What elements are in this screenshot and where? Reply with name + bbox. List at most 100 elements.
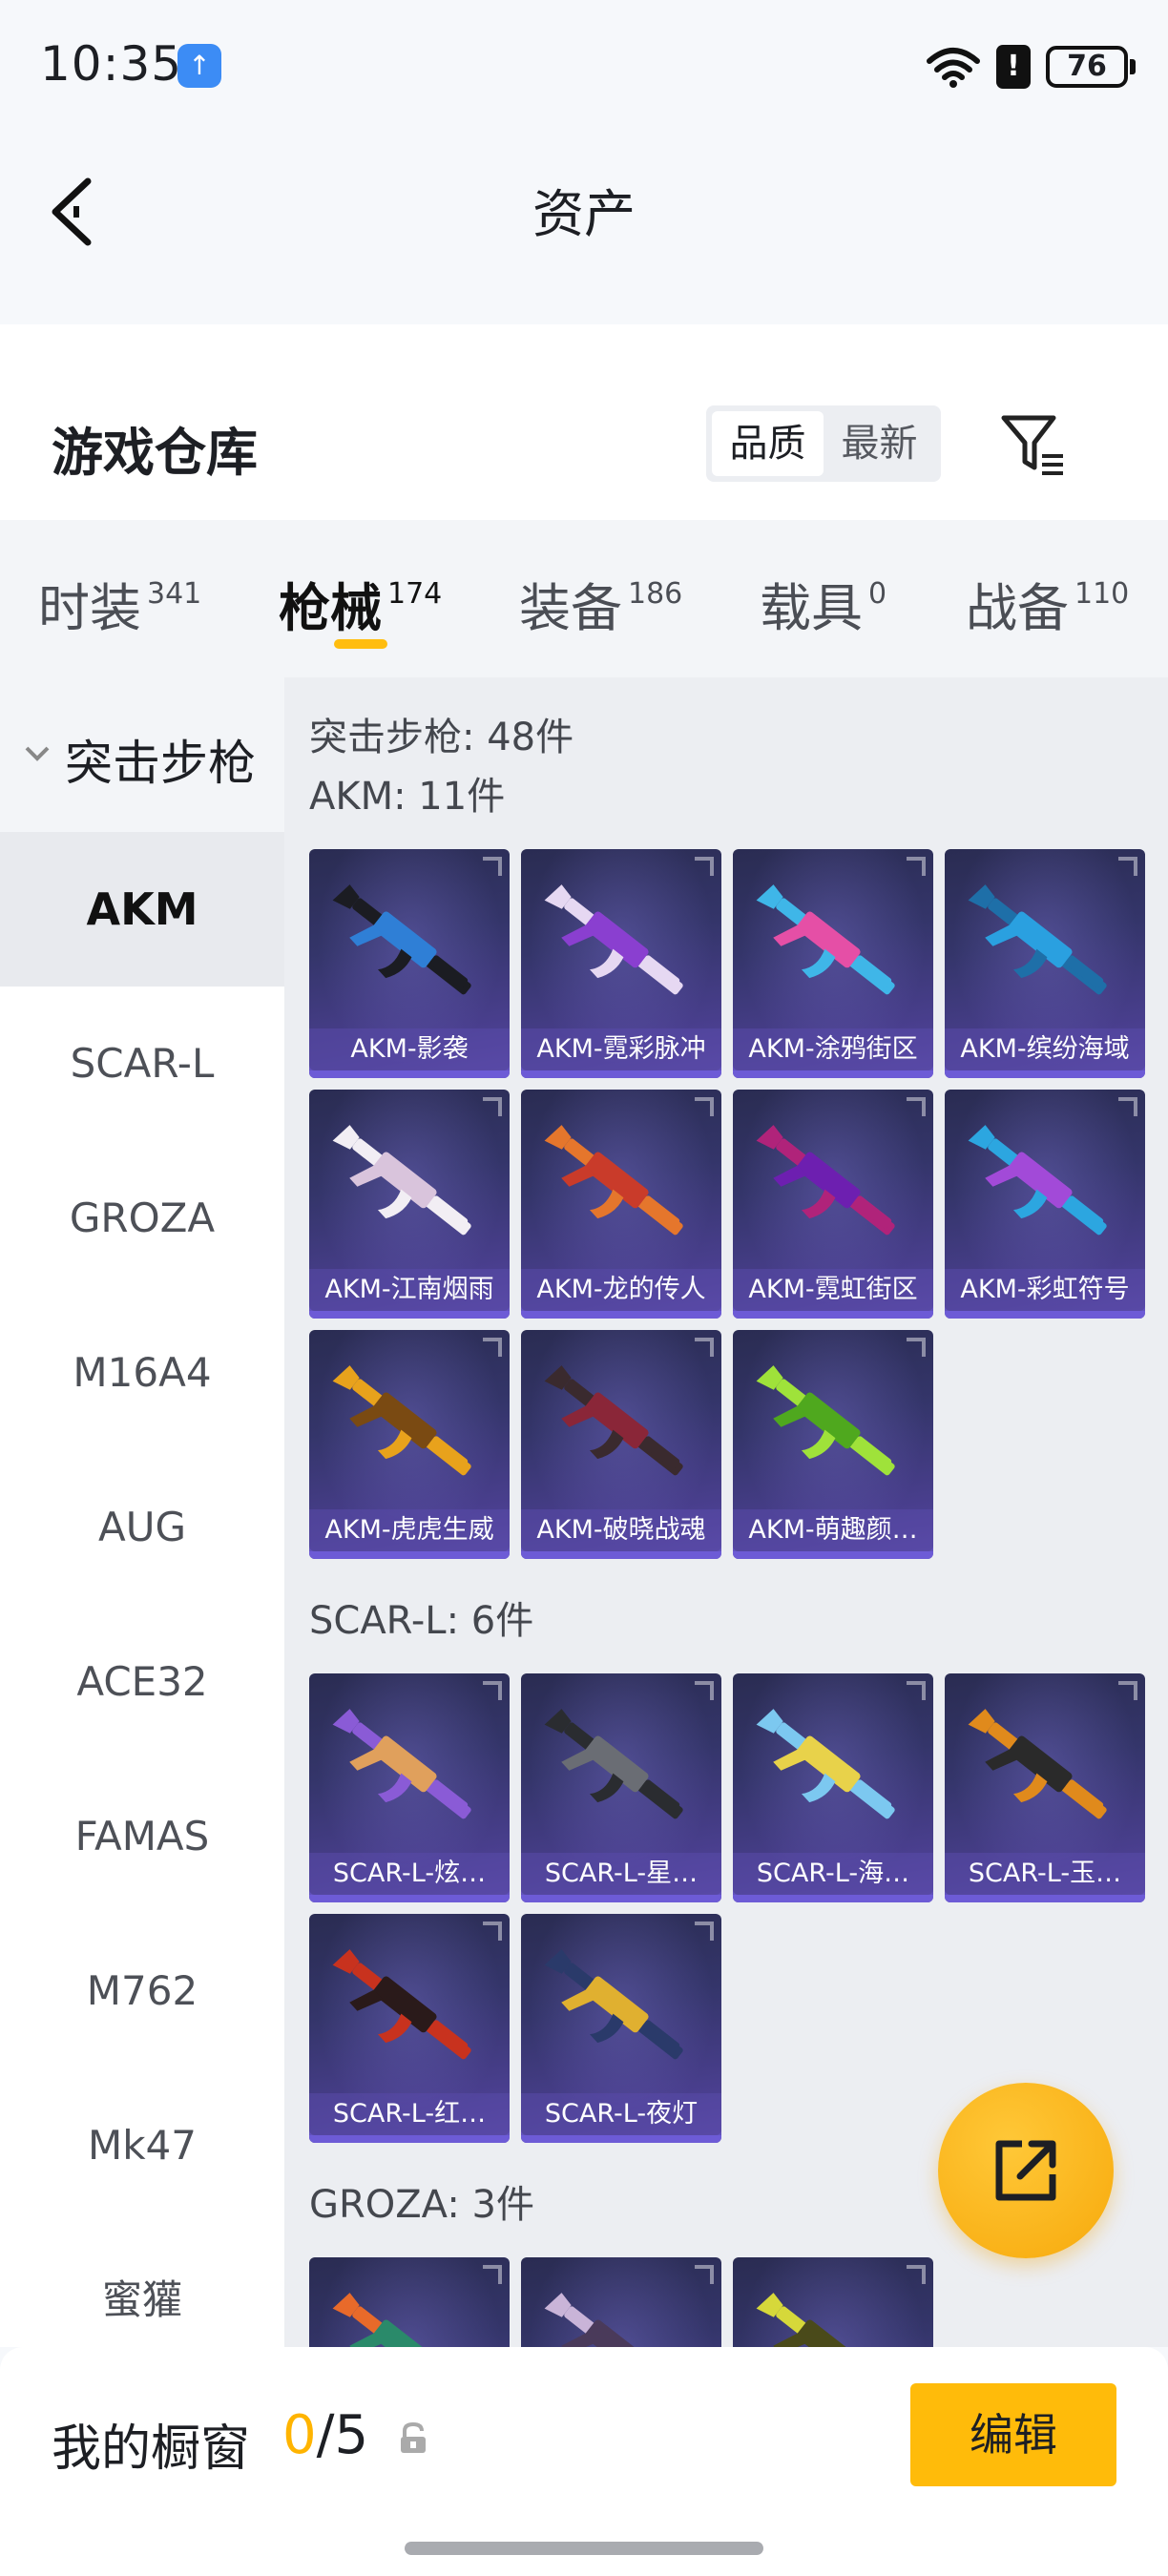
chevron-down-icon [25, 746, 50, 761]
sidebar-item-famas[interactable]: FAMAS [0, 1759, 284, 1914]
sidebar-item-m16a4[interactable]: M16A4 [0, 1296, 284, 1450]
sidebar-item-groza[interactable]: GROZA [0, 1141, 284, 1296]
category-tabs: 时装 341 枪械 174 装备 186 载具 0 战备 110 [0, 520, 1168, 677]
skin-card[interactable]: AKM-彩虹符号 [945, 1090, 1145, 1319]
sort-option-newest[interactable]: 最新 [824, 411, 935, 476]
rifle-icon [968, 884, 1107, 995]
skin-card[interactable]: SCAR-L-星… [521, 1673, 721, 1902]
skin-name: AKM-影袭 [309, 1028, 510, 1070]
rifle-icon [756, 2293, 895, 2347]
card-corner-mark [695, 857, 714, 876]
card-corner-mark [695, 1338, 714, 1357]
tab-label: 装备 [519, 578, 622, 638]
sidebar-group-assault-rifles[interactable]: 突击步枪 [0, 677, 284, 832]
skin-name: SCAR-L-玉… [945, 1853, 1145, 1895]
rifle-icon [544, 1365, 683, 1476]
card-corner-mark [483, 1338, 502, 1357]
tab-count: 0 [868, 577, 887, 611]
skin-name: AKM-彩虹符号 [945, 1269, 1145, 1311]
tab-fashion[interactable]: 时装 341 [38, 566, 201, 641]
tab-label: 载具 [760, 578, 863, 638]
filter-icon[interactable] [996, 408, 1069, 481]
skin-card[interactable]: SCAR-L-海… [733, 1673, 933, 1902]
skin-card[interactable]: AKM-破晓战魂 [521, 1330, 721, 1559]
skin-card[interactable]: AKM-缤纷海域 [945, 849, 1145, 1078]
skin-card[interactable]: SCAR-L-红… [309, 1914, 510, 2143]
card-corner-mark [483, 857, 502, 876]
share-fab[interactable] [938, 2083, 1114, 2258]
tab-label: 枪械 [279, 578, 382, 638]
rifle-icon [332, 1709, 471, 1819]
skin-card[interactable] [521, 2257, 721, 2347]
skin-card[interactable]: AKM-霓虹街区 [733, 1090, 933, 1319]
skin-card[interactable] [733, 2257, 933, 2347]
sort-option-quality[interactable]: 品质 [712, 411, 824, 476]
sidebar-item-mk47[interactable]: Mk47 [0, 2068, 284, 2223]
skin-name: AKM-龙的传人 [521, 1269, 721, 1311]
upload-icon: ↑ [177, 44, 221, 88]
skin-card[interactable]: SCAR-L-玉… [945, 1673, 1145, 1902]
battery-icon: 76 [1046, 46, 1136, 88]
skin-card[interactable]: SCAR-L-夜灯 [521, 1914, 721, 2143]
sidebar-item-scar-l[interactable]: SCAR-L [0, 987, 284, 1141]
skin-card[interactable]: AKM-霓彩脉冲 [521, 849, 721, 1078]
warehouse-bar: 游戏仓库 品质 最新 [0, 324, 1168, 520]
skin-card[interactable]: AKM-虎虎生威 [309, 1330, 510, 1559]
battery-level: 76 [1067, 50, 1107, 83]
sidebar-item-aug[interactable]: AUG [0, 1450, 284, 1605]
showcase-label: 我的橱窗 [52, 2420, 251, 2478]
sort-toggle: 品质 最新 [706, 405, 941, 482]
tab-count: 110 [1074, 577, 1130, 611]
app-root: { "status_bar": { "time": "10:35", "batt… [0, 0, 1168, 2576]
tab-count: 186 [628, 577, 683, 611]
skin-name: AKM-萌趣颜… [733, 1509, 933, 1551]
card-corner-mark [907, 1681, 926, 1700]
rifle-icon [544, 884, 683, 995]
skin-card[interactable]: AKM-江南烟雨 [309, 1090, 510, 1319]
share-icon [995, 2140, 1056, 2201]
card-corner-mark [907, 1097, 926, 1116]
skin-name: AKM-破晓战魂 [521, 1509, 721, 1551]
skin-card[interactable] [309, 2257, 510, 2347]
sidebar-item-ace32[interactable]: ACE32 [0, 1605, 284, 1759]
edit-button[interactable]: 编辑 [910, 2383, 1116, 2486]
showcase-used: 0 [282, 2404, 317, 2466]
skin-name: SCAR-L-炫… [309, 1853, 510, 1895]
card-corner-mark [483, 1681, 502, 1700]
skin-card[interactable]: AKM-萌趣颜… [733, 1330, 933, 1559]
rifle-icon [756, 1125, 895, 1236]
wifi-icon [927, 48, 980, 88]
tab-vehicles[interactable]: 载具 0 [760, 566, 886, 641]
tab-weapons[interactable]: 枪械 174 [279, 566, 442, 641]
rifle-icon [968, 1709, 1107, 1819]
skin-card[interactable]: SCAR-L-炫… [309, 1673, 510, 1902]
tab-gear[interactable]: 战备 110 [966, 566, 1129, 641]
skin-name: AKM-霓彩脉冲 [521, 1028, 721, 1070]
group-title: SCAR-L: 6件 [309, 1599, 534, 1643]
tab-count: 341 [147, 577, 202, 611]
card-corner-mark [907, 857, 926, 876]
card-corner-mark [483, 2265, 502, 2284]
rifle-icon [756, 1365, 895, 1476]
card-corner-mark [1118, 857, 1137, 876]
skin-card[interactable]: AKM-涂鸦街区 [733, 849, 933, 1078]
skin-card[interactable]: AKM-影袭 [309, 849, 510, 1078]
sidebar-item-m762[interactable]: M762 [0, 1914, 284, 2068]
warehouse-title: 游戏仓库 [52, 423, 258, 483]
rifle-icon [332, 1365, 471, 1476]
tab-equipment[interactable]: 装备 186 [519, 566, 682, 641]
system-icons: ! 76 [926, 42, 1136, 92]
weapon-sidebar: 突击步枪 AKM SCAR-L GROZA M16A4 AUG ACE32 FA… [0, 677, 284, 2347]
skin-card[interactable]: AKM-龙的传人 [521, 1090, 721, 1319]
bottom-bar: 我的橱窗 0/5 编辑 [0, 2347, 1168, 2576]
group-title: GROZA: 3件 [309, 2183, 534, 2227]
rifle-icon [968, 1125, 1107, 1236]
rifle-icon [544, 1125, 683, 1236]
card-corner-mark [1118, 1097, 1137, 1116]
sidebar-item-akm[interactable]: AKM [0, 832, 284, 987]
page-title: 资产 [532, 184, 636, 244]
rifle-icon [544, 1949, 683, 2060]
card-corner-mark [1118, 1681, 1137, 1700]
app-header: 资产 [0, 134, 1168, 324]
tab-count: 174 [387, 577, 443, 611]
